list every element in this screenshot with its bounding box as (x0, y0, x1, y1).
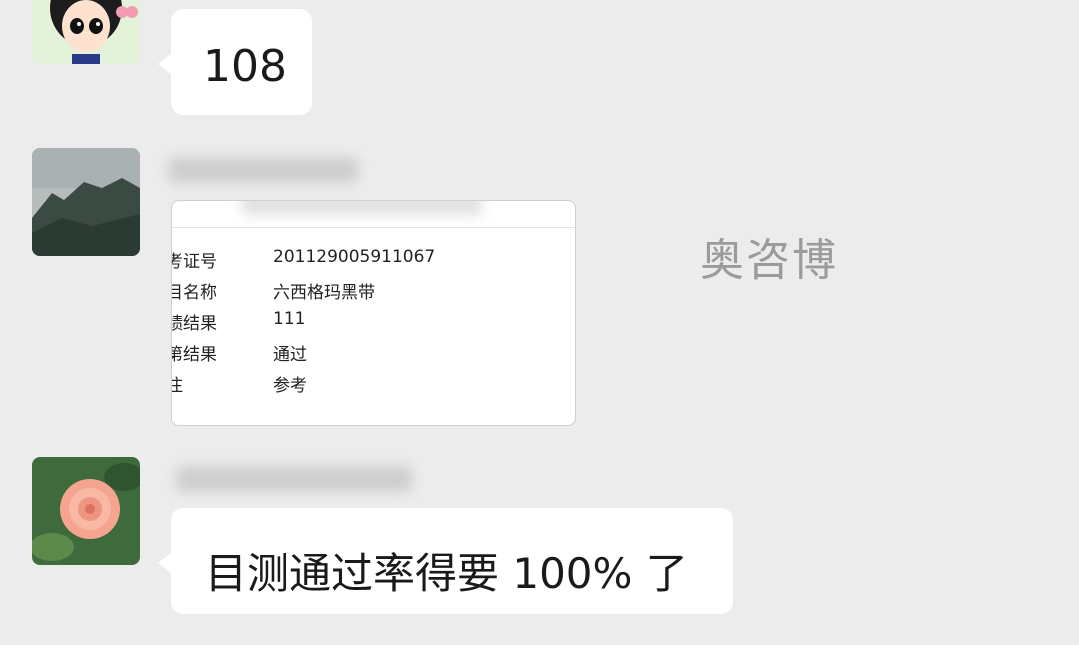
card-row-label: 注 (172, 371, 183, 396)
message-bubble-pass-rate[interactable]: 目测通过率得要 100% 了 (158, 508, 733, 614)
mountain-landscape-icon (32, 148, 140, 256)
card-row-value: 111 (273, 309, 306, 329)
card-divider (172, 227, 575, 228)
card-row-value: 六西格玛黑带 (273, 283, 375, 303)
watermark: 奥咨博 (700, 235, 838, 286)
card-row: 注 参考 (172, 371, 575, 396)
sender-name-blurred (176, 466, 412, 492)
message-bubble-108[interactable]: 108 (158, 9, 312, 115)
card-row: 第结果 通过 (171, 340, 575, 365)
card-row: 目名称 六西格玛黑带 (171, 278, 575, 303)
message-text: 108 (203, 41, 287, 92)
card-row-value: 参考 (273, 376, 307, 396)
avatar-rose[interactable] (32, 457, 140, 565)
message-text: 目测通过率得要 100% 了 (205, 549, 688, 598)
cartoon-girl-icon (32, 0, 140, 64)
avatar-mountain[interactable] (32, 148, 140, 256)
card-row-label: 绩结果 (171, 314, 217, 334)
card-row: 绩结果 111 (171, 309, 575, 334)
exam-result-card[interactable]: 考证号 201129005911067 目名称 六西格玛黑带 绩结果 111 第… (171, 200, 576, 426)
sender-name-blurred (168, 157, 358, 183)
avatar-cartoon-girl[interactable] (32, 0, 140, 64)
card-row: 考证号 201129005911067 (171, 247, 575, 272)
card-header-blurred (242, 201, 482, 215)
card-row-label: 考证号 (171, 252, 217, 272)
card-row-label: 目名称 (171, 283, 217, 303)
card-row-label: 第结果 (171, 345, 217, 365)
card-row-value: 201129005911067 (273, 247, 436, 267)
card-row-value: 通过 (273, 345, 307, 365)
rose-flower-icon (32, 457, 140, 565)
